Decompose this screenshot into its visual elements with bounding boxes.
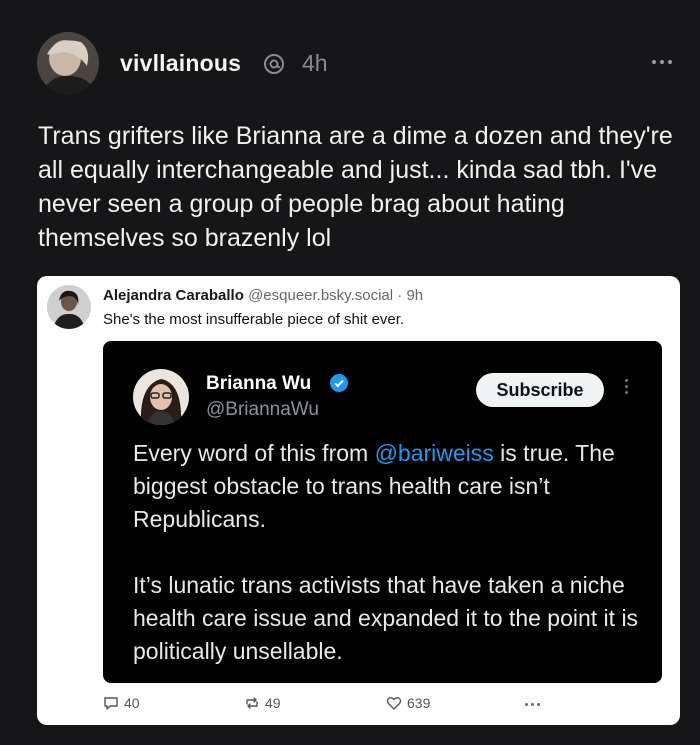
post-text: Trans grifters like Brianna are a dime a… <box>38 122 673 252</box>
card-more-icon[interactable] <box>525 703 540 706</box>
reply-icon <box>104 697 118 710</box>
repost-icon <box>246 697 258 709</box>
tweet-more-icon <box>621 379 631 401</box>
quoted-author[interactable]: Alejandra Caraballo <box>103 287 244 304</box>
tweet-paragraph-2: It’s lunatic trans activists that have t… <box>133 572 639 664</box>
tweet-paragraph-1: Every word of this from @bariweiss is tr… <box>133 440 615 532</box>
embedded-tweet-screenshot: Brianna Wu @BriannaWu Subscribe Every wo… <box>103 341 662 683</box>
like-count: 639 <box>407 695 431 711</box>
repost-button[interactable]: 49 <box>244 695 281 711</box>
verified-icon <box>330 374 348 392</box>
quoted-text: She's the most insufferable piece of shi… <box>103 311 405 328</box>
heart-icon <box>386 697 402 710</box>
like-button[interactable]: 639 <box>386 695 430 711</box>
tweet-body: Every word of this from @bariweiss is tr… <box>133 437 643 683</box>
reply-button[interactable]: 40 <box>103 695 140 711</box>
tweet-author-name: Brianna Wu <box>206 373 312 394</box>
subscribe-button: Subscribe <box>476 373 604 407</box>
avatar[interactable] <box>37 32 99 94</box>
repost-count: 49 <box>265 695 281 711</box>
action-bar: 40 49 639 <box>37 693 680 717</box>
threads-post: vivllainous 4h Trans grifters like Brian… <box>0 0 700 745</box>
quoted-time: 9h <box>406 287 424 304</box>
quoted-post-card[interactable]: Alejandra Caraballo @esqueer.bsky.social… <box>37 276 680 725</box>
post-time: 4h <box>302 50 328 76</box>
quoted-header: Alejandra Caraballo @esqueer.bsky.social… <box>103 287 423 304</box>
quoted-handle[interactable]: @esqueer.bsky.social <box>248 287 393 304</box>
quoted-avatar[interactable] <box>47 285 91 329</box>
mention-link: @bariweiss <box>374 440 494 466</box>
tweet-avatar <box>133 369 189 425</box>
reply-count: 40 <box>124 695 140 711</box>
tweet-author-handle: @BriannaWu <box>206 399 319 420</box>
meta-separator: · <box>393 287 407 304</box>
threads-icon <box>264 54 284 74</box>
more-icon[interactable] <box>648 52 676 72</box>
username[interactable]: vivllainous <box>120 50 241 77</box>
